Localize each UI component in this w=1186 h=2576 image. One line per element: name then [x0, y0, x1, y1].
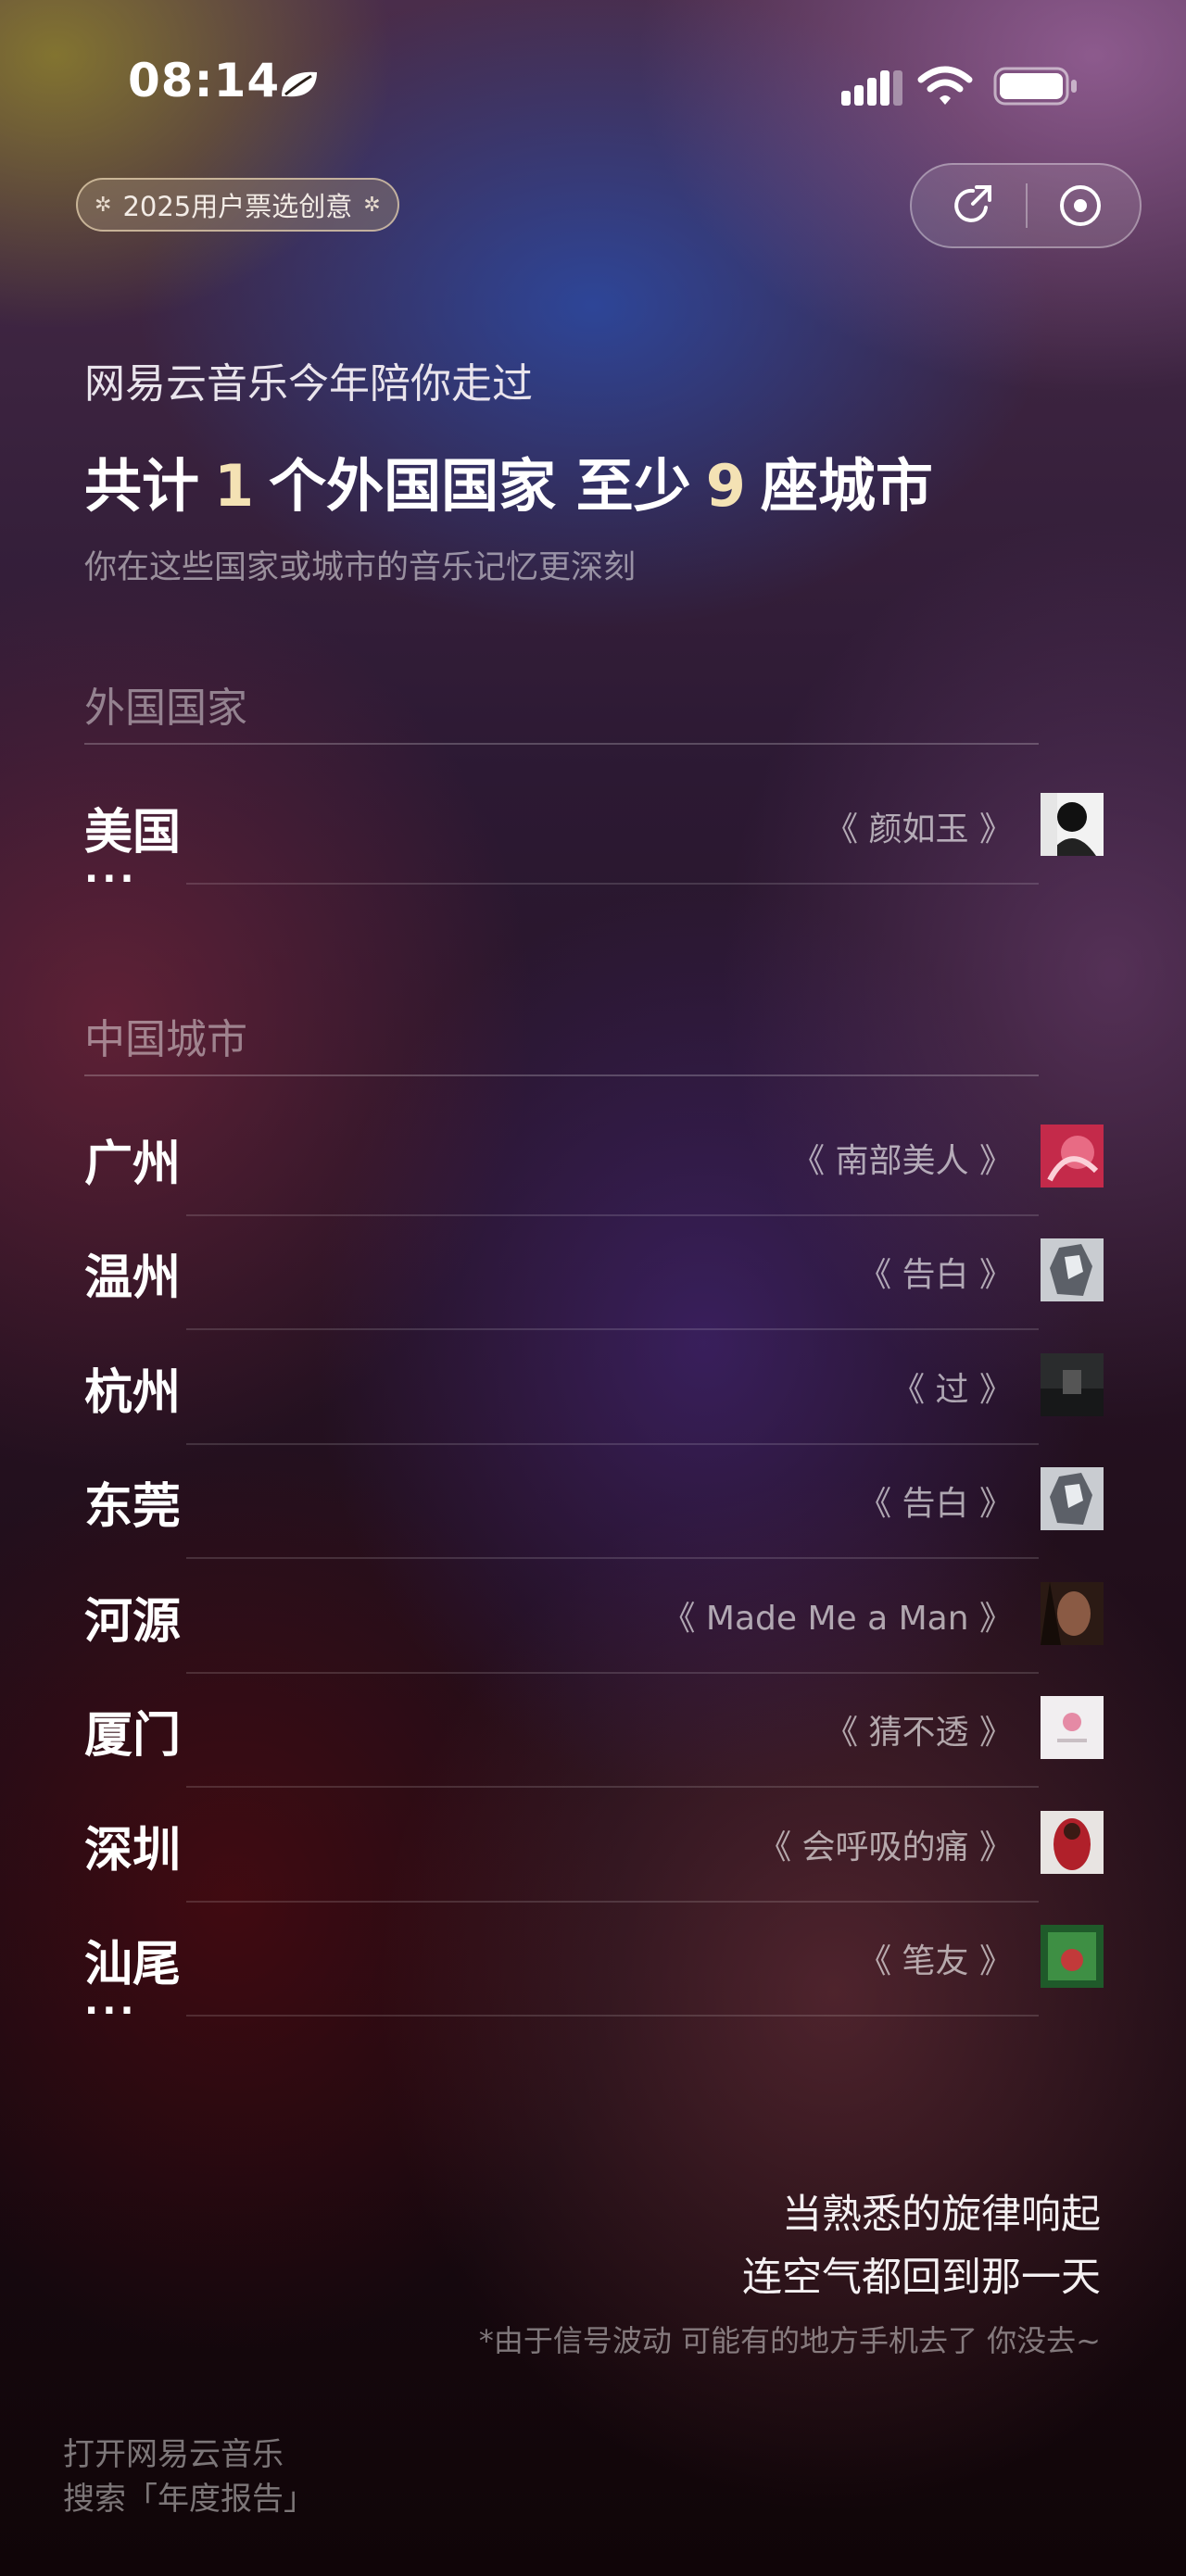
section-divider	[84, 1074, 1039, 1076]
section-divider	[84, 743, 1039, 745]
row-divider	[186, 1557, 1039, 1559]
song-title: 《 过 》	[891, 1371, 1013, 1409]
sparkle-icon: ✲	[95, 193, 112, 217]
song-title: 《 猜不透 》	[825, 1714, 1013, 1752]
song-title: 《 笔友 》	[858, 1942, 1013, 1980]
list-item[interactable]: 广州 《 南部美人 》	[84, 1125, 1104, 1216]
album-cover	[1041, 1811, 1104, 1874]
headline-part: 座城市	[760, 452, 933, 520]
city-name: 河源	[84, 1594, 182, 1650]
closing-line: 当熟悉的旋律响起	[782, 2192, 1101, 2238]
headline-part: 共计	[84, 452, 200, 520]
subtitle: 你在这些国家或城市的音乐记忆更深刻	[84, 549, 637, 586]
city-name: 东莞	[84, 1479, 182, 1535]
row-divider	[186, 1443, 1039, 1445]
song-title: 《 告白 》	[858, 1485, 1013, 1523]
headline: 共计 1 个外国国家 至少 9 座城市	[84, 439, 933, 522]
wifi-icon	[917, 66, 973, 105]
status-time: 08:14	[128, 54, 281, 107]
list-item[interactable]: 厦门 《 猜不透 》	[84, 1696, 1104, 1788]
signal-icon	[841, 70, 902, 106]
song-title: 《 颜如玉 》	[825, 810, 1013, 848]
city-name: 温州	[84, 1250, 182, 1306]
closing-line: 连空气都回到那一天	[742, 2255, 1101, 2301]
footer-hint: 打开网易云音乐 搜索「年度报告」	[63, 2432, 315, 2521]
capsule-divider	[1026, 183, 1028, 228]
headline-number: 1	[214, 452, 255, 520]
city-name: 厦门	[84, 1708, 182, 1764]
row-divider	[186, 2015, 1039, 2017]
album-cover	[1041, 1582, 1104, 1645]
album-cover	[1041, 1467, 1104, 1530]
section-title-foreign: 外国国家	[84, 685, 247, 732]
city-name: 汕尾	[84, 1937, 182, 1992]
sparkle-icon: ✲	[363, 193, 381, 217]
city-name: 广州	[84, 1137, 182, 1192]
song-title: 《 南部美人 》	[791, 1142, 1013, 1180]
footer-line: 打开网易云音乐	[63, 2436, 284, 2473]
badge-label: 2025用户票选创意	[122, 191, 353, 222]
list-item[interactable]: 汕尾 《 笔友 》	[84, 1925, 1104, 2017]
album-cover	[1041, 1238, 1104, 1301]
city-name: 杭州	[84, 1365, 182, 1421]
song-title: 《 Made Me a Man 》	[662, 1600, 1013, 1638]
share-icon[interactable]	[949, 182, 997, 230]
leaf-icon	[282, 71, 317, 97]
more-indicator: ···	[84, 858, 138, 900]
creative-badge: ✲ 2025用户票选创意 ✲	[76, 178, 399, 232]
song-title: 《 告白 》	[858, 1256, 1013, 1294]
row-divider	[186, 1328, 1039, 1330]
album-cover	[1041, 1353, 1104, 1416]
battery-icon	[993, 67, 1077, 106]
row-divider	[186, 1214, 1039, 1216]
footer-line: 搜索「年度报告」	[63, 2481, 315, 2518]
list-item[interactable]: 深圳 《 会呼吸的痛 》	[84, 1811, 1104, 1903]
list-item[interactable]: 东莞 《 告白 》	[84, 1467, 1104, 1559]
headline-part: 个外国国家 至少	[269, 452, 691, 520]
song-title: 《 会呼吸的痛 》	[758, 1828, 1013, 1866]
list-item[interactable]: 杭州 《 过 》	[84, 1353, 1104, 1445]
list-item[interactable]: 温州 《 告白 》	[84, 1238, 1104, 1330]
album-cover	[1041, 793, 1104, 856]
album-cover	[1041, 1925, 1104, 1988]
city-name: 美国	[84, 805, 182, 861]
city-name: 深圳	[84, 1823, 182, 1879]
footnote: *由于信号波动 可能有的地方手机去了 你没去~	[478, 2323, 1101, 2358]
album-cover	[1041, 1696, 1104, 1759]
record-icon[interactable]	[1056, 182, 1104, 230]
section-title-china: 中国城市	[84, 1016, 247, 1063]
list-item[interactable]: 河源 《 Made Me a Man 》	[84, 1582, 1104, 1674]
intro-text: 网易云音乐今年陪你走过	[84, 360, 533, 408]
album-cover	[1041, 1125, 1104, 1187]
row-divider	[186, 1672, 1039, 1674]
list-item[interactable]: 美国 《 颜如玉 》	[84, 793, 1104, 885]
row-divider	[186, 883, 1039, 885]
row-divider	[186, 1786, 1039, 1788]
row-divider	[186, 1901, 1039, 1903]
more-indicator: ···	[84, 1990, 138, 2032]
headline-number: 9	[705, 452, 746, 520]
